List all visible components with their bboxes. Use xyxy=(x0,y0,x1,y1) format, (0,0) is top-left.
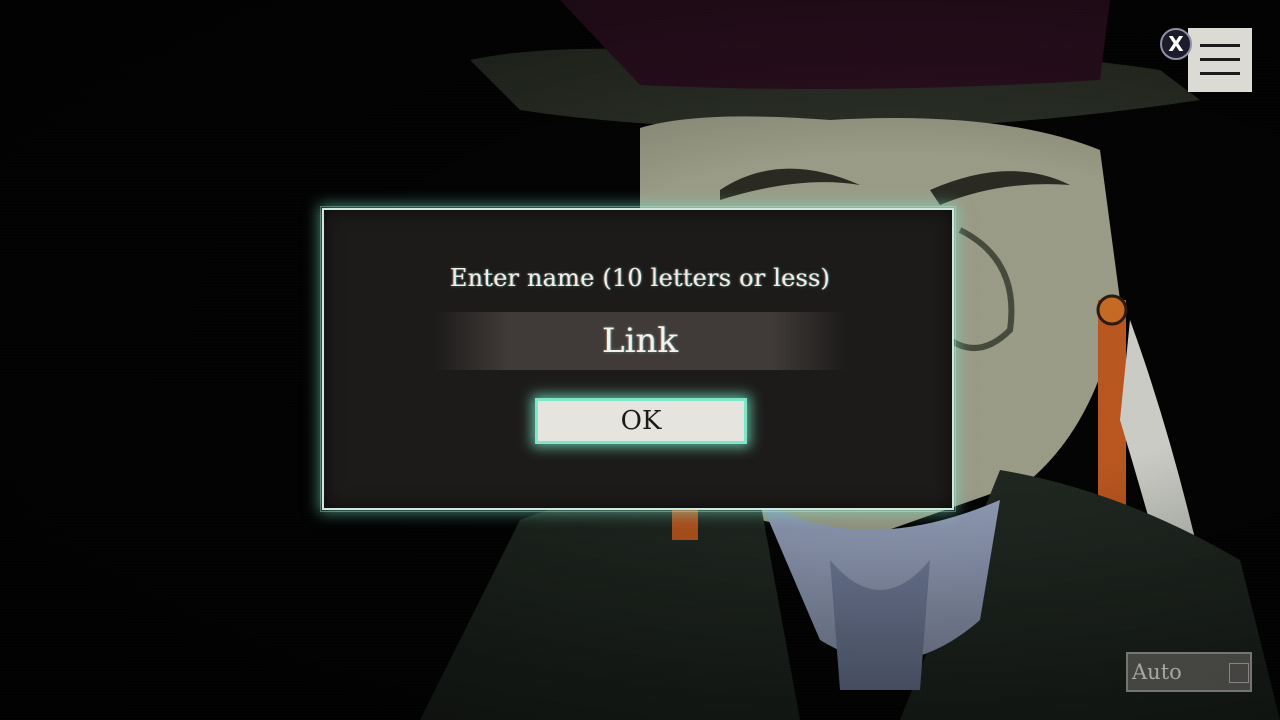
name-entry-dialog: Enter name (10 letters or less) OK xyxy=(320,206,956,512)
menu-button[interactable] xyxy=(1188,28,1252,92)
name-input[interactable] xyxy=(434,312,846,370)
name-entry-prompt: Enter name (10 letters or less) xyxy=(449,264,831,292)
ok-button[interactable]: OK xyxy=(535,398,747,444)
auto-checkbox[interactable] xyxy=(1229,663,1249,683)
auto-label: Auto xyxy=(1132,660,1182,684)
auto-toggle[interactable]: Auto xyxy=(1126,652,1252,692)
game-screen: Enter name (10 letters or less) OK X Aut… xyxy=(0,0,1280,720)
close-button[interactable]: X xyxy=(1160,28,1192,60)
